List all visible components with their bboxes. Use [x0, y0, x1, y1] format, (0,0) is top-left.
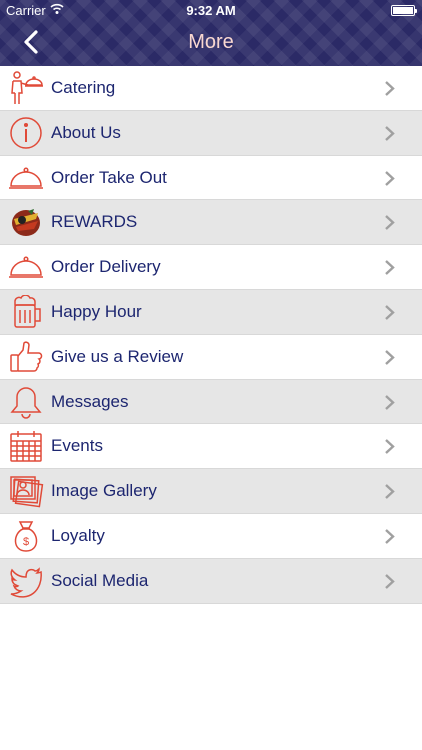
- status-time: 9:32 AM: [186, 3, 236, 18]
- menu-item-label: Order Take Out: [51, 167, 167, 187]
- bell-icon: [10, 386, 42, 419]
- chevron-right-icon: [385, 305, 395, 320]
- menu-item-catering[interactable]: Catering: [0, 66, 422, 111]
- menu-item-happy-hour[interactable]: Happy Hour: [0, 289, 422, 335]
- menu-item-messages[interactable]: Messages: [0, 379, 422, 425]
- money-bag-icon: $: [14, 521, 38, 552]
- calendar-icon: [10, 431, 42, 463]
- menu-item-label: About Us: [51, 122, 121, 142]
- menu-item-label: Loyalty: [51, 525, 105, 545]
- chevron-right-icon: [385, 170, 395, 186]
- chevron-right-icon: [385, 573, 395, 589]
- team-logo-icon: [12, 209, 40, 237]
- menu-item-loyalty[interactable]: $ Loyalty: [0, 514, 422, 559]
- menu-item-label: Social Media: [51, 570, 149, 590]
- menu-item-label: Catering: [51, 78, 116, 97]
- page-title: More: [188, 31, 234, 53]
- chevron-right-icon: [385, 125, 395, 141]
- menu-item-order-take-out[interactable]: Order Take Out: [0, 156, 422, 201]
- menu-item-social-media[interactable]: Social Media: [0, 558, 422, 604]
- waiter-icon: [11, 71, 43, 104]
- menu-item-order-delivery[interactable]: Order Delivery: [0, 245, 422, 290]
- menu-item-label: Happy Hour: [51, 301, 142, 321]
- menu-item-give-us-a-review[interactable]: Give us a Review: [0, 335, 422, 380]
- twitter-bird-icon: [10, 566, 42, 598]
- thumbs-up-icon: [10, 341, 43, 372]
- battery-icon: [391, 5, 417, 16]
- status-bar: Carrier 9:32 AM: [0, 0, 422, 22]
- menu-item-label: Image Gallery: [51, 481, 157, 501]
- chevron-right-icon: [385, 394, 395, 410]
- menu-item-label: REWARDS: [51, 212, 138, 232]
- menu-item-label: Order Delivery: [51, 257, 161, 277]
- menu-item-label: Messages: [51, 391, 129, 411]
- svg-text:$: $: [23, 536, 29, 548]
- menu-item-events[interactable]: Events: [0, 424, 422, 470]
- chevron-right-icon: [385, 349, 395, 365]
- menu-item-image-gallery[interactable]: Image Gallery: [0, 469, 422, 514]
- menu-item-label: Events: [51, 436, 103, 456]
- chevron-right-icon: [385, 81, 395, 96]
- menu-item-rewards[interactable]: REWARDS: [0, 200, 422, 246]
- cloche-icon: [9, 167, 43, 189]
- more-menu-list: Catering About Us Order Take Out REWARDS: [0, 66, 422, 604]
- cloche-icon: [9, 256, 43, 278]
- menu-item-label: Give us a Review: [51, 346, 184, 366]
- chevron-right-icon: [385, 484, 395, 500]
- chevron-right-icon: [385, 529, 395, 544]
- menu-item-about-us[interactable]: About Us: [0, 110, 422, 156]
- info-icon: [10, 117, 42, 149]
- gallery-icon: [10, 476, 44, 508]
- beer-mug-icon: [14, 294, 41, 328]
- nav-header: Carrier 9:32 AM More: [0, 0, 422, 66]
- chevron-right-icon: [385, 439, 395, 455]
- chevron-right-icon: [385, 215, 395, 231]
- chevron-right-icon: [385, 260, 395, 276]
